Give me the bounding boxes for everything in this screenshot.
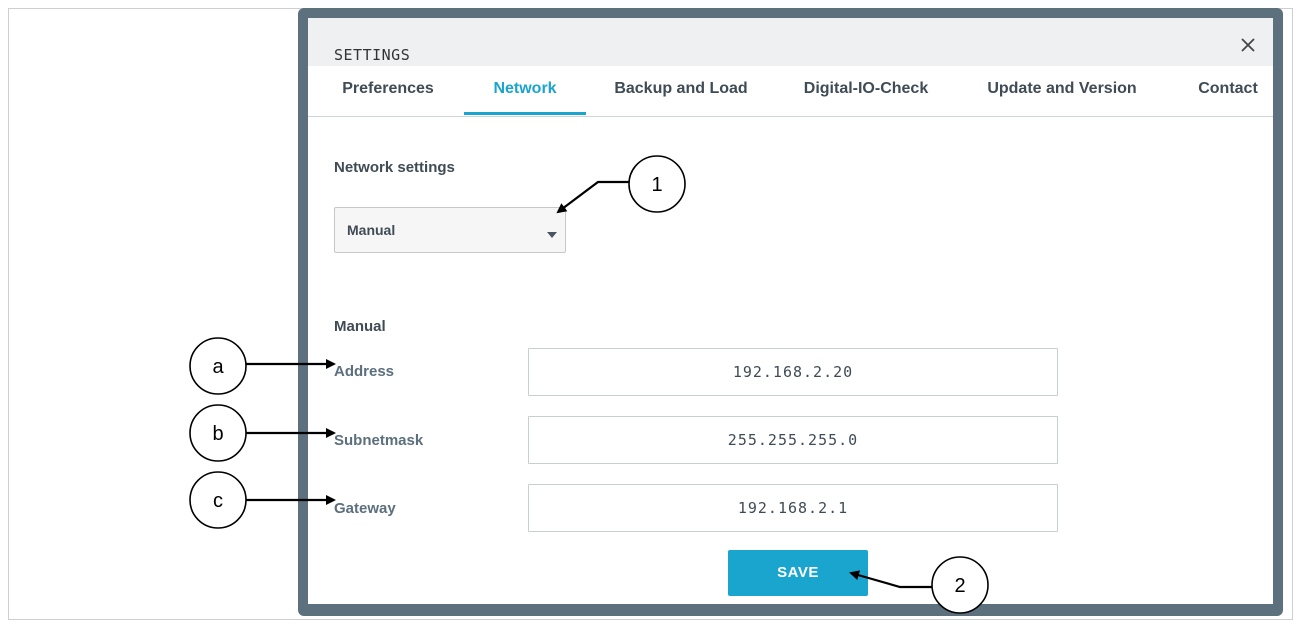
tab-contact[interactable]: Contact [1188, 66, 1268, 115]
close-icon[interactable] [1237, 34, 1259, 56]
gateway-label: Gateway [334, 500, 396, 517]
dialog-header: SETTINGS [308, 18, 1273, 66]
address-label: Address [334, 363, 395, 380]
manual-heading: Manual [334, 318, 386, 335]
tab-digital-io-check[interactable]: Digital-IO-Check [794, 66, 938, 115]
tab-update-and-version[interactable]: Update and Version [977, 66, 1147, 115]
network-settings-heading: Network settings [334, 159, 455, 176]
tab-preferences[interactable]: Preferences [330, 66, 446, 115]
network-mode-select[interactable]: Manual [334, 207, 566, 253]
subnetmask-input[interactable]: 255.255.255.0 [528, 416, 1058, 464]
settings-tabs: Preferences Network Backup and Load Digi… [308, 66, 1273, 117]
settings-dialog: SETTINGS Preferences Network Backup and … [298, 8, 1283, 616]
caret-down-icon [547, 232, 557, 238]
tab-backup-and-load[interactable]: Backup and Load [606, 66, 756, 115]
save-button[interactable]: SAVE [728, 550, 868, 596]
subnetmask-label: Subnetmask [334, 432, 424, 449]
tab-network[interactable]: Network [464, 66, 586, 115]
dialog-title: SETTINGS [334, 46, 411, 64]
dialog-body: SETTINGS Preferences Network Backup and … [308, 18, 1273, 604]
gateway-input[interactable]: 192.168.2.1 [528, 484, 1058, 532]
address-input[interactable]: 192.168.2.20 [528, 348, 1058, 396]
network-mode-value: Manual [347, 222, 396, 238]
